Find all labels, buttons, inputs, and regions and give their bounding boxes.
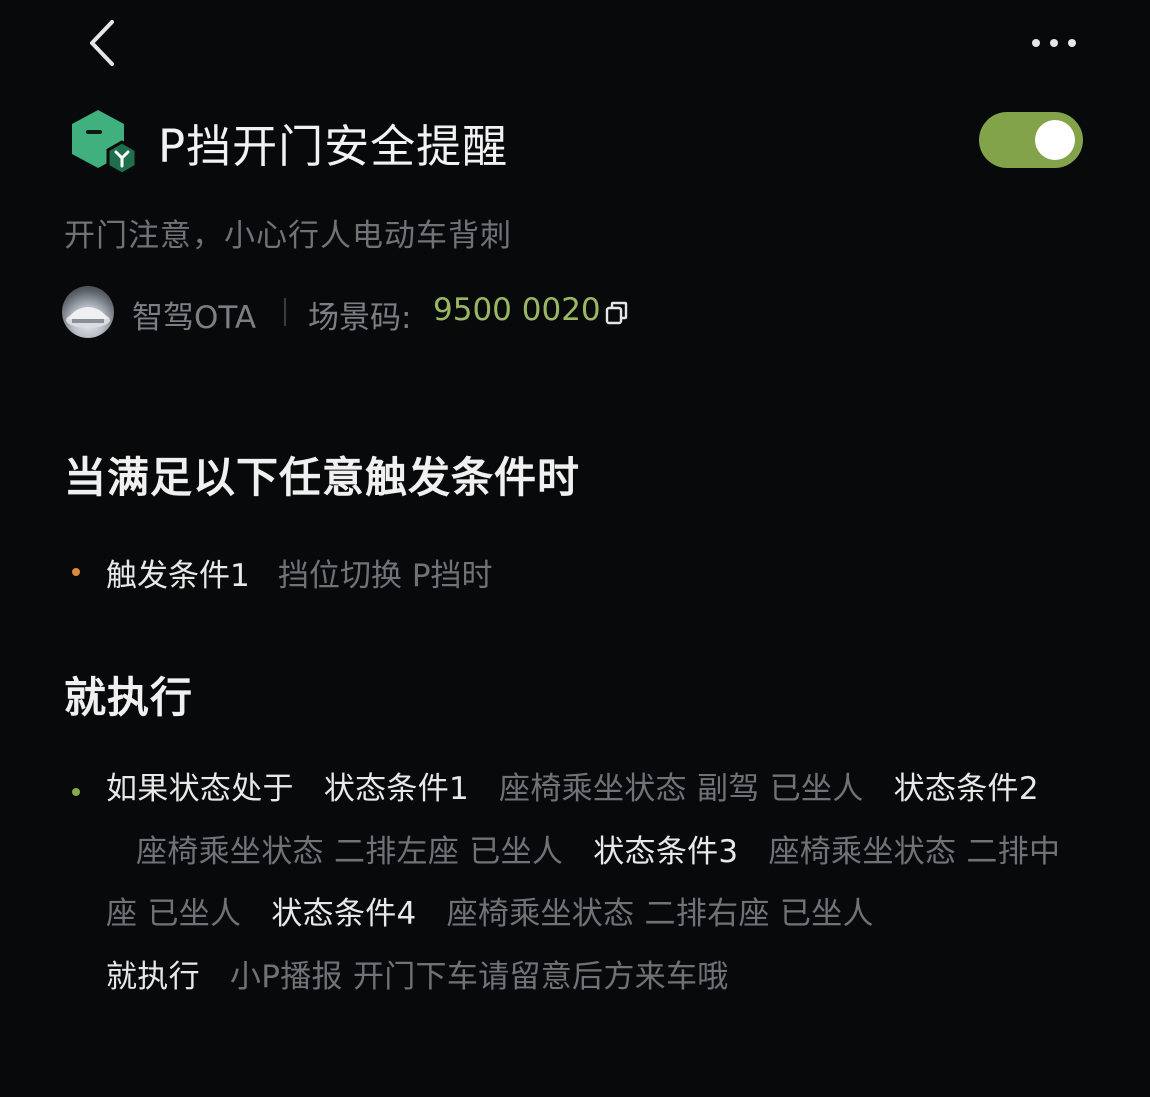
trigger-label: 触发条件1: [106, 558, 250, 594]
copy-icon[interactable]: [604, 300, 630, 326]
condition-label: 状态条件3: [593, 833, 739, 870]
scene-header: P挡开门安全提醒: [68, 104, 1088, 176]
condition-label: 状态条件2: [893, 771, 1039, 807]
then-description: 小P播报 开门下车请留意后方来车哦: [229, 958, 729, 995]
top-bar: [0, 0, 1150, 90]
scene-subtitle: 开门注意，小心行人电动车背刺: [64, 218, 512, 254]
scene-title: P挡开门安全提醒: [158, 120, 509, 173]
toggle-knob: [1035, 120, 1075, 160]
avatar[interactable]: [62, 286, 114, 338]
condition-label: 状态条件4: [271, 896, 417, 932]
condition-description: 座椅乘坐状态 二排左座 已坐人: [136, 833, 564, 870]
back-button[interactable]: [82, 18, 126, 68]
action-text: 如果状态处于 状态条件1 座椅乘坐状态 副驾 已坐人 状态条件2 座椅乘坐状态 二排左座…: [106, 758, 1066, 1008]
condition-description: 座椅乘坐状态 二排右座 已坐人: [446, 896, 874, 932]
scene-enable-toggle[interactable]: [979, 112, 1083, 168]
scene-meta: 智驾OTA 场景码: 9500 0020: [62, 284, 762, 340]
if-label: 如果状态处于: [106, 771, 294, 807]
condition-label: 状态条件1: [323, 771, 470, 807]
trigger-item[interactable]: 触发条件1 挡位切换 P挡时: [72, 548, 872, 594]
scene-code-label: 场景码:: [308, 300, 412, 336]
then-label: 就执行: [106, 958, 200, 995]
more-dots-icon: [1032, 39, 1076, 47]
action-bullet: [72, 788, 80, 796]
trigger-bullet: [72, 568, 80, 576]
trigger-section-heading: 当满足以下任意触发条件时: [64, 453, 581, 502]
trigger-description: 挡位切换 P挡时: [278, 558, 493, 594]
action-section-heading: 就执行: [64, 673, 194, 722]
chevron-left-icon: [90, 20, 114, 66]
condition-description: 座椅乘坐状态 副驾 已坐人: [499, 771, 864, 807]
meta-divider: [284, 298, 286, 326]
author-name[interactable]: 智驾OTA: [132, 292, 256, 337]
scene-code-value: 9500 0020: [433, 292, 601, 328]
more-button[interactable]: [1024, 28, 1084, 58]
scene-hexagon-icon: [68, 108, 140, 178]
